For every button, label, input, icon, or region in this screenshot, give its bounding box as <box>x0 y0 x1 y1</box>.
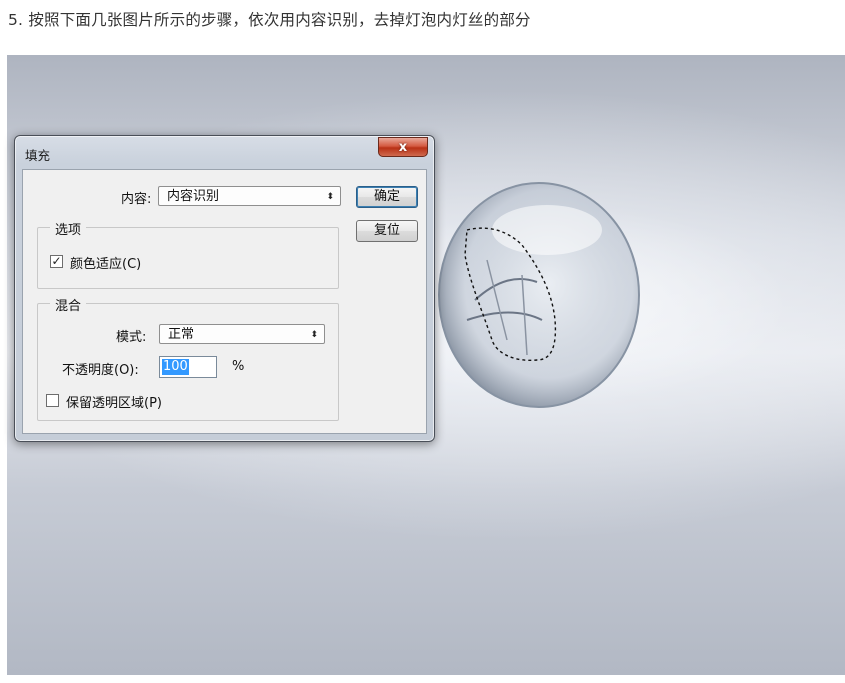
reset-button[interactable]: 复位 <box>356 220 418 242</box>
options-group: 选项 ✓ 颜色适应(C) <box>37 219 339 289</box>
preserve-transparency-label: 保留透明区域(P) <box>66 396 162 411</box>
mode-select[interactable]: 正常 ⬍ <box>159 324 325 344</box>
opacity-label: 不透明度(O): <box>62 363 139 378</box>
close-icon: x <box>398 139 408 155</box>
chevron-updown-icon: ⬍ <box>310 330 318 340</box>
blend-group: 混合 模式: 正常 ⬍ 不透明度(O): 100 % 保留透明区域(P) <box>37 295 339 421</box>
dialog-title: 填充 <box>25 148 51 163</box>
chevron-updown-icon: ⬍ <box>326 192 334 202</box>
tutorial-caption: 5. 按照下面几张图片所示的步骤，依次用内容识别，去掉灯泡内灯丝的部分 <box>8 11 531 29</box>
checkmark-icon: ✓ <box>51 254 62 268</box>
close-button[interactable]: x <box>378 137 428 157</box>
content-label: 内容: <box>121 192 152 207</box>
lightbulb-image <box>438 182 640 408</box>
opacity-input[interactable]: 100 <box>159 356 217 378</box>
color-adapt-checkbox[interactable]: ✓ <box>50 255 63 268</box>
opacity-input-value: 100 <box>162 359 189 375</box>
blend-group-title: 混合 <box>50 295 87 314</box>
mode-select-value: 正常 <box>168 327 195 342</box>
preserve-transparency-checkbox[interactable] <box>46 394 59 407</box>
ok-button[interactable]: 确定 <box>356 186 418 208</box>
content-select[interactable]: 内容识别 ⬍ <box>158 186 341 206</box>
options-group-title: 选项 <box>50 219 87 238</box>
dialog-body: 内容: 内容识别 ⬍ 确定 复位 选项 ✓ 颜色适应(C) 混合 模式: 正常 … <box>22 169 427 434</box>
color-adapt-label: 颜色适应(C) <box>70 257 142 272</box>
opacity-unit: % <box>232 359 245 374</box>
fill-dialog: 填充 x 内容: 内容识别 ⬍ 确定 复位 选项 ✓ 颜色适应(C) 混合 模式… <box>14 135 435 442</box>
mode-label: 模式: <box>116 330 147 345</box>
content-select-value: 内容识别 <box>167 189 220 204</box>
